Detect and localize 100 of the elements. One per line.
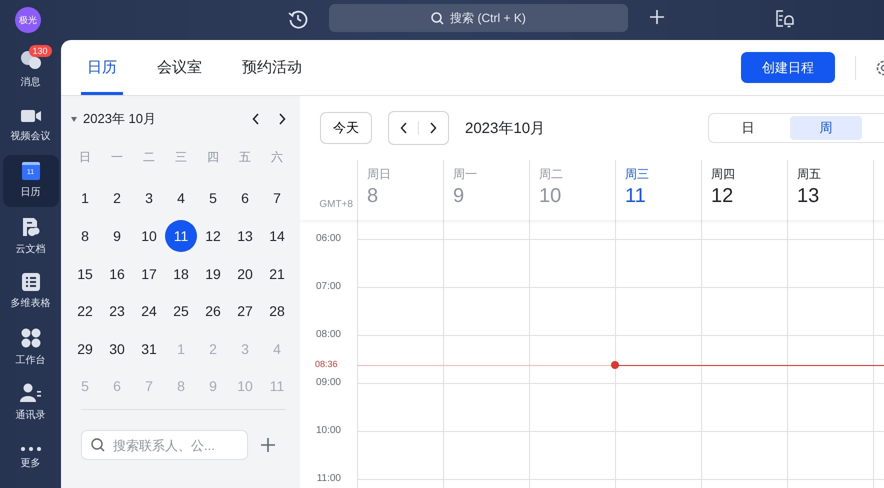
plus-icon[interactable] [648,8,666,26]
four-circles-icon [20,328,40,348]
calendar-day[interactable]: 14 [261,220,293,252]
calendar-day[interactable]: 9 [101,220,133,252]
sidebar-item[interactable]: 通讯录 [2,377,58,428]
search-icon [431,12,444,24]
calendar-day[interactable]: 20 [229,258,261,290]
sidebar-label: 工作台 [16,354,46,367]
calendar-day[interactable]: 8 [69,220,101,252]
contact-search-field[interactable]: 搜索联系人、公... [81,430,248,460]
calendar-day[interactable]: 12 [197,220,229,252]
sidebar-item[interactable]: 工作台 [2,322,58,373]
add-icon[interactable] [260,437,276,454]
calendar-day[interactable]: 27 [229,295,261,328]
calendar-day[interactable]: 29 [69,332,101,365]
hour-label: 07:00 [316,281,341,292]
calendar-day[interactable]: 17 [133,258,165,290]
day-number: 11 [625,185,647,208]
calendar-day[interactable]: 18 [165,258,197,290]
calendar-day[interactable]: 15 [69,258,101,290]
weekday-label: 五 [238,148,252,166]
chevron-left-icon [400,122,407,134]
day-number: 10 [539,185,562,208]
tab[interactable]: 会议室 [151,40,208,95]
tab[interactable]: 预约活动 [236,40,308,95]
period-title: 2023年10月 [465,118,546,138]
search-icon [91,438,105,452]
weekday-name: 周日 [367,166,392,183]
view-option[interactable]: 日 [712,116,784,140]
user-avatar[interactable]: 极光 [15,7,41,33]
calendar-day[interactable]: 13 [229,220,261,252]
calendar-day[interactable]: 6 [229,182,261,214]
timezone-label: GMT+8 [319,199,354,212]
document-cloud-icon [20,216,40,237]
sidebar-item[interactable]: 消息 130 [2,44,58,96]
calendar-day[interactable]: 28 [261,295,293,328]
calendar-day[interactable]: 22 [69,295,101,328]
search-field[interactable]: 搜索 (Ctrl + K) [329,4,628,32]
weekday-name: 周一 [453,166,478,183]
calendar-day[interactable]: 24 [133,295,165,328]
day-number: 8 [367,185,380,208]
weekday-label: 四 [206,148,220,166]
calendar-day[interactable]: 25 [165,295,197,328]
weekday-label: 二 [142,148,156,166]
calendar-day[interactable]: 5 [197,182,229,214]
table-icon [22,273,40,292]
day-number: 12 [711,185,734,208]
sidebar-item[interactable]: 更多 [2,432,58,484]
weekday-name: 周三 [625,166,650,183]
chevron-right-icon [430,122,437,134]
weekday-label: 六 [270,148,284,166]
calendar-day[interactable]: 21 [261,258,293,290]
more-dots-icon [20,446,40,451]
sidebar-item[interactable]: 云文档 [2,210,58,262]
calendar-day[interactable]: 30 [101,332,133,365]
calendar-day[interactable]: 7 [261,182,293,214]
sidebar-item[interactable]: 多维表格 [2,266,58,318]
sidebar-label: 云文档 [16,242,46,256]
person-icon [20,383,42,404]
sidebar-item[interactable]: 视频会议 [2,100,58,151]
create-event-button[interactable]: 创建日程 [741,52,835,83]
sidebar-label: 通讯录 [16,408,46,422]
calendar-day[interactable]: 1 [69,182,101,214]
history-icon[interactable] [288,9,308,29]
hour-label: 06:00 [316,233,341,244]
video-camera-icon [20,108,42,124]
calendar-day[interactable]: 16 [101,258,133,290]
calendar-day[interactable]: 11 [165,220,197,252]
calendar-day[interactable]: 10 [133,220,165,252]
weekday-label: 一 [110,148,124,166]
hour-label: 10:00 [316,425,341,436]
hour-label: 09:00 [316,377,341,388]
calendar-day[interactable]: 3 [133,182,165,214]
calendar-day[interactable]: 4 [165,182,197,214]
hour-label: 08:00 [316,329,341,340]
calendar-day[interactable]: 19 [197,258,229,290]
sidebar-label: 多维表格 [10,296,50,310]
calendar-day[interactable]: 31 [133,332,165,365]
day-number: 13 [797,185,820,208]
next-month-icon[interactable] [278,113,286,125]
sidebar-label: 视频会议 [10,130,50,143]
current-time-label: 08:36 [315,358,338,369]
current-time-dot [611,361,619,370]
weekday-name: 周五 [797,166,822,183]
calendar-day[interactable]: 2 [101,182,133,214]
sidebar-label: 更多 [20,456,40,470]
calendar-day[interactable]: 23 [101,295,133,328]
bell-list-icon[interactable] [775,9,795,29]
weekday-name: 周二 [539,166,564,183]
sidebar-label: 日历 [20,186,40,200]
view-option[interactable]: 周 [790,116,862,140]
unread-badge: 130 [28,45,52,57]
sidebar-label: 消息 [20,76,40,90]
calendar-day[interactable]: 26 [197,295,229,328]
today-button[interactable]: 今天 [320,112,372,144]
day-number: 9 [453,185,466,208]
previous-month-icon[interactable] [252,113,260,125]
month-selector[interactable]: 2023年 10月 [71,110,156,128]
weekday-label: 三 [174,148,188,166]
weekday-label: 日 [78,148,92,166]
